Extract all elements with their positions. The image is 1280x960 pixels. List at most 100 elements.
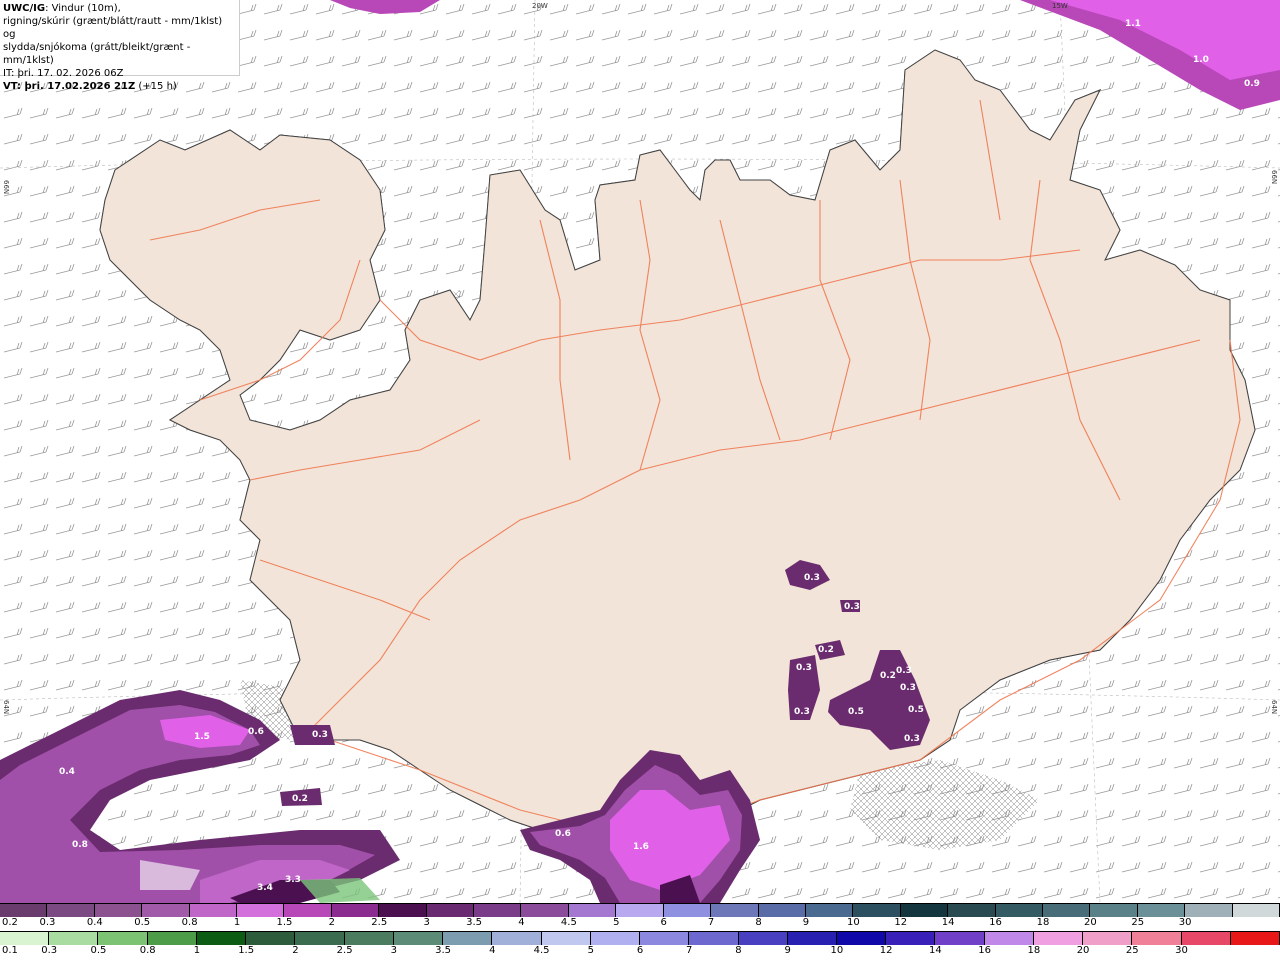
legend-label: 0.3	[39, 917, 56, 928]
legend-swatch	[1185, 904, 1233, 917]
precip-label: 1.5	[194, 732, 210, 742]
legend-swatch	[237, 904, 285, 917]
rain-legend-swatches	[0, 931, 1280, 945]
legend-label: 4	[518, 917, 525, 928]
legend-swatch	[0, 904, 48, 917]
legend-swatch	[474, 904, 522, 917]
precip-label: 0.3	[312, 730, 328, 740]
legend-swatch	[344, 932, 394, 945]
precip-label: 0.8	[72, 840, 88, 850]
precip-label: 0.3	[796, 663, 812, 673]
precip-label: 0.5	[848, 707, 864, 717]
legend-swatch	[541, 932, 591, 945]
legend-label: 0.4	[86, 917, 103, 928]
legend-swatch	[984, 932, 1034, 945]
lon-label-15w: 15W	[1052, 2, 1068, 10]
precip-label: 0.2	[292, 794, 308, 804]
precip-label: 0.3	[804, 573, 820, 583]
legend-swatch	[1132, 932, 1182, 945]
legend-label: 0.1	[2, 945, 18, 956]
precip-label: 1.1	[1125, 19, 1141, 29]
legend-swatch	[98, 932, 148, 945]
snow-description: slydda/snjókoma (grátt/bleikt/grænt - mm…	[3, 42, 191, 66]
legend-swatch	[1090, 904, 1138, 917]
legend-label: 0.3	[41, 945, 58, 956]
precip-label: 0.3	[844, 602, 860, 612]
legend-swatch	[738, 932, 788, 945]
legend-swatch	[711, 904, 759, 917]
legend-swatch	[616, 904, 664, 917]
legend-swatch	[426, 904, 475, 917]
legend-swatch	[147, 932, 197, 945]
legend-label: 8	[735, 945, 742, 956]
model-name: UWC/IG	[3, 3, 46, 14]
legend-label: 2	[292, 945, 299, 956]
legend-label: 5	[587, 945, 594, 956]
legend-label: 4.5	[533, 945, 550, 956]
legend-swatch	[1232, 904, 1280, 917]
legend-swatch	[1042, 904, 1091, 917]
legend-swatch	[189, 904, 238, 917]
legend-label: 1	[193, 945, 201, 956]
legend-label: 2.5	[336, 945, 353, 956]
legend-label: 30	[1178, 917, 1192, 928]
legend-swatch	[689, 932, 739, 945]
legend-label: 7	[686, 945, 693, 956]
legend-label: 6	[636, 945, 644, 956]
legend-swatch	[663, 904, 712, 917]
forecast-offset: (+15 h)	[135, 81, 177, 92]
lat-label-66n-left: 66N	[2, 180, 10, 194]
legend-label: 3.5	[435, 945, 452, 956]
precip-label: 0.5	[908, 705, 924, 715]
legend-swatch	[590, 932, 641, 945]
legend-swatch	[1083, 932, 1133, 945]
legend-swatch	[836, 932, 887, 945]
weather-map: 20W 15W 66N 66N 64N 64N 1.1 1.0 0.9 0.3 …	[0, 0, 1280, 903]
legend-swatch	[805, 904, 854, 917]
legend-label: 0.8	[181, 917, 198, 928]
precip-label: 0.6	[248, 727, 264, 737]
legend-label: 20	[1083, 917, 1097, 928]
legend-swatch	[0, 932, 50, 945]
legend-swatch	[521, 904, 569, 917]
legend-swatch	[900, 904, 949, 917]
legend-label: 0.8	[139, 945, 156, 956]
legend-swatch	[1230, 932, 1280, 945]
legend-swatch	[94, 904, 143, 917]
init-time: IT: þri. 17. 02. 2026 06Z	[3, 68, 124, 79]
precip-label: 0.3	[904, 734, 920, 744]
precip-label: 0.2	[880, 671, 896, 681]
legend-swatch	[393, 932, 444, 945]
legend-swatch	[47, 904, 95, 917]
legend-label: 25	[1131, 917, 1145, 928]
lat-label-66n-right: 66N	[1270, 170, 1278, 184]
lat-label-64n-left: 64N	[2, 700, 10, 714]
legend-label: 18	[1027, 945, 1041, 956]
snow-legend-labels: 0.2 0.3 0.4 0.5 0.8 1 1.5 2 2.5 3 3.5 4 4.5 5 6 7 8 9 10 12…	[0, 917, 1280, 931]
precip-label: 0.9	[1244, 79, 1260, 89]
rain-color-legend: 0.1 0.3 0.5 0.8 1 1.5 2 2.5 3 3.5 4 4.5 5 6 7 8 9 10 12 14 1…	[0, 931, 1280, 959]
legend-label: 7	[707, 917, 715, 928]
valid-time-line: VT: þri. 17.02.2026 21Z (+15 h)	[3, 80, 236, 93]
legend-label: 16	[989, 917, 1002, 928]
legend-label: 6	[660, 917, 667, 928]
precip-label: 3.4	[257, 883, 273, 893]
lon-label-20w: 20W	[532, 2, 548, 10]
legend-label: 30	[1175, 945, 1188, 956]
legend-swatch	[1181, 932, 1231, 945]
title-rest: : Vindur (10m),	[45, 3, 121, 14]
lat-label-64n-right: 64N	[1270, 700, 1278, 714]
legend-label: 14	[941, 917, 955, 928]
snow-color-legend: 0.2 0.3 0.4 0.5 0.8 1 1.5 2 2.5 3 3.5 4 4.5 5 6 7 8 9 10 12…	[0, 903, 1280, 931]
rain-description: rigning/skúrir (grænt/blátt/rautt - mm/1…	[3, 16, 223, 40]
legend-swatch	[492, 932, 542, 945]
legend-swatch	[886, 932, 936, 945]
legend-label: 2	[328, 917, 336, 928]
legend-label: 10	[830, 945, 844, 956]
legend-label: 4.5	[560, 917, 577, 928]
title-line: UWC/IG: Vindur (10m),	[3, 2, 236, 15]
legend-label: 25	[1125, 945, 1139, 956]
legend-swatch	[935, 932, 985, 945]
legend-label: 4	[489, 945, 496, 956]
map-info-box: UWC/IG: Vindur (10m), rigning/skúrir (gr…	[0, 0, 240, 92]
